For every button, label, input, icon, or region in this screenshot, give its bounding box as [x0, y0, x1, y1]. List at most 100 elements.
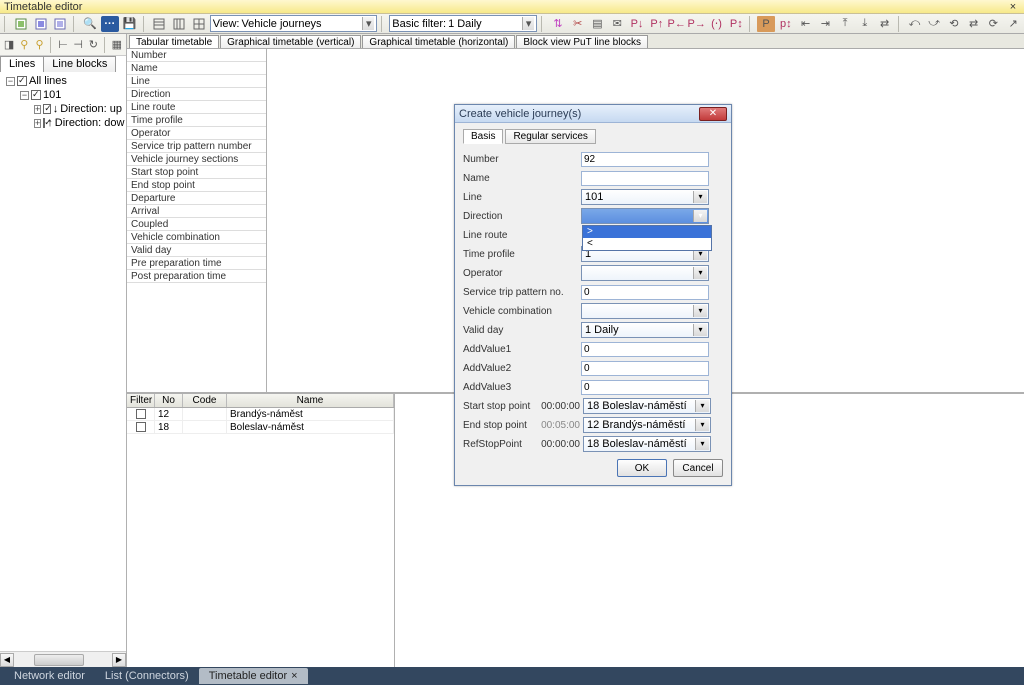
dialog-titlebar[interactable]: Create vehicle journey(s) ✕: [455, 105, 731, 123]
btab-list[interactable]: List (Connectors): [95, 668, 199, 684]
toolbar-btn-add[interactable]: ···: [101, 16, 119, 32]
checkbox-icon[interactable]: [43, 118, 45, 128]
toolbar-icon-r4[interactable]: ⇄: [965, 16, 983, 32]
collapse-icon[interactable]: −: [20, 91, 29, 100]
col-code[interactable]: Code: [183, 394, 227, 407]
toolbar-icon-p1[interactable]: P↓: [628, 16, 646, 32]
dd-option-gt[interactable]: >: [583, 226, 711, 238]
ok-button[interactable]: OK: [617, 459, 667, 477]
toolbar-icon-r1[interactable]: ⤺: [905, 16, 923, 32]
toolbar-icon-s2[interactable]: ⇥: [816, 16, 834, 32]
close-icon[interactable]: ×: [291, 670, 297, 682]
checkbox-icon[interactable]: [43, 104, 50, 114]
collapse-icon[interactable]: −: [6, 77, 15, 86]
table-row[interactable]: 12Brandýs-náměst: [127, 408, 394, 421]
lp-btn-2[interactable]: ⚲: [17, 37, 31, 53]
prop-item[interactable]: Operator: [127, 127, 266, 140]
direction-dropdown-list[interactable]: > <: [582, 225, 712, 251]
prop-item[interactable]: Post preparation time: [127, 270, 266, 283]
checkbox-icon[interactable]: [136, 422, 146, 432]
tab-graph-h[interactable]: Graphical timetable (horizontal): [362, 35, 515, 48]
cancel-button[interactable]: Cancel: [673, 459, 723, 477]
toolbar-icon-b1[interactable]: (⋅): [708, 16, 726, 32]
validday-select[interactable]: 1 Daily▾: [581, 322, 709, 338]
lp-btn-3[interactable]: ⚲: [32, 37, 46, 53]
esp-select[interactable]: 12 Brandýs-náměstí▾: [583, 417, 711, 433]
lp-btn-6[interactable]: ↻: [86, 37, 100, 53]
tab-tabular[interactable]: Tabular timetable: [129, 35, 219, 48]
checkbox-icon[interactable]: [31, 90, 41, 100]
expand-icon[interactable]: +: [34, 105, 41, 114]
toolbar-btn-grid1[interactable]: [150, 16, 168, 32]
toolbar-icon-r6[interactable]: ↗: [1004, 16, 1022, 32]
av1-input[interactable]: [581, 342, 709, 357]
toolbar-btn-zoom[interactable]: 🔍: [81, 16, 99, 32]
line-select[interactable]: 101▾: [581, 189, 709, 205]
prop-item[interactable]: Line: [127, 75, 266, 88]
prop-item[interactable]: Direction: [127, 88, 266, 101]
tab-graph-v[interactable]: Graphical timetable (vertical): [220, 35, 361, 48]
name-input[interactable]: [581, 171, 709, 186]
dd-option-lt[interactable]: <: [583, 238, 711, 250]
ssp-select[interactable]: 18 Boleslav-náměstí▾: [583, 398, 711, 414]
tree-dir-down[interactable]: + ↑ Direction: dow: [4, 116, 122, 130]
toolbar-btn-grid2[interactable]: [170, 16, 188, 32]
tab-lines[interactable]: Lines: [0, 56, 44, 72]
toolbar-btn-3[interactable]: [51, 16, 69, 32]
lp-btn-7[interactable]: ▦: [110, 37, 124, 53]
lp-btn-1[interactable]: ◨: [2, 37, 16, 53]
col-no[interactable]: No: [155, 394, 183, 407]
toolbar-icon-p2[interactable]: P↑: [648, 16, 666, 32]
av2-input[interactable]: [581, 361, 709, 376]
toolbar-icon-s4[interactable]: ⤓: [856, 16, 874, 32]
dlg-tab-basis[interactable]: Basis: [463, 129, 503, 144]
toolbar-btn-1[interactable]: [12, 16, 30, 32]
prop-item[interactable]: Service trip pattern number: [127, 140, 266, 153]
tab-line-blocks[interactable]: Line blocks: [43, 56, 116, 72]
ref-select[interactable]: 18 Boleslav-náměstí▾: [583, 436, 711, 452]
prop-item[interactable]: End stop point: [127, 179, 266, 192]
btab-timetable[interactable]: Timetable editor×: [199, 668, 308, 684]
direction-select[interactable]: >▾: [581, 208, 709, 224]
toolbar-icon-mail[interactable]: ✉: [608, 16, 626, 32]
left-hscroll[interactable]: ◀ ▶: [0, 651, 126, 667]
toolbar-icon-r5[interactable]: ⟳: [985, 16, 1003, 32]
prop-item[interactable]: Pre preparation time: [127, 257, 266, 270]
toolbar-icon-arrows[interactable]: ⇅: [549, 16, 567, 32]
toolbar-icon-p3[interactable]: P←: [668, 16, 686, 32]
toolbar-icon-r3[interactable]: ⟲: [945, 16, 963, 32]
prop-item[interactable]: Number: [127, 49, 266, 62]
toolbar-btn-2[interactable]: [32, 16, 50, 32]
window-close-button[interactable]: ×: [1006, 1, 1020, 13]
filter-combo[interactable]: Basic filter: 1 Daily ▾: [389, 15, 537, 32]
col-name[interactable]: Name: [227, 394, 394, 407]
toolbar-icon-r2[interactable]: ⤻: [925, 16, 943, 32]
prop-item[interactable]: Vehicle journey sections: [127, 153, 266, 166]
prop-item[interactable]: Start stop point: [127, 166, 266, 179]
lp-btn-4[interactable]: ⊢: [56, 37, 70, 53]
tree-dir-up[interactable]: + ↓ Direction: up: [4, 102, 122, 116]
prop-item[interactable]: Name: [127, 62, 266, 75]
toolbar-icon-s1[interactable]: ⇤: [797, 16, 815, 32]
prop-item[interactable]: Line route: [127, 101, 266, 114]
dialog-close-button[interactable]: ✕: [699, 107, 727, 121]
toolbar-icon-p4[interactable]: P→: [688, 16, 706, 32]
table-row[interactable]: 18Boleslav-náměst: [127, 421, 394, 434]
toolbar-icon-pg[interactable]: P: [757, 16, 775, 32]
prop-item[interactable]: Vehicle combination: [127, 231, 266, 244]
dlg-tab-regular[interactable]: Regular services: [505, 129, 595, 144]
scroll-thumb[interactable]: [34, 654, 84, 666]
stp-input[interactable]: [581, 285, 709, 300]
scroll-left-icon[interactable]: ◀: [0, 653, 14, 667]
tree-all-lines[interactable]: − All lines: [4, 74, 122, 88]
prop-item[interactable]: Valid day: [127, 244, 266, 257]
tree-line-101[interactable]: − 101: [4, 88, 122, 102]
btab-network[interactable]: Network editor: [4, 668, 95, 684]
expand-icon[interactable]: +: [34, 119, 41, 128]
toolbar-icon-s5[interactable]: ⇄: [876, 16, 894, 32]
vcomb-select[interactable]: ▾: [581, 303, 709, 319]
lp-btn-5[interactable]: ⊣: [71, 37, 85, 53]
operator-select[interactable]: ▾: [581, 265, 709, 281]
prop-item[interactable]: Departure: [127, 192, 266, 205]
toolbar-icon-b2[interactable]: P↕: [727, 16, 745, 32]
